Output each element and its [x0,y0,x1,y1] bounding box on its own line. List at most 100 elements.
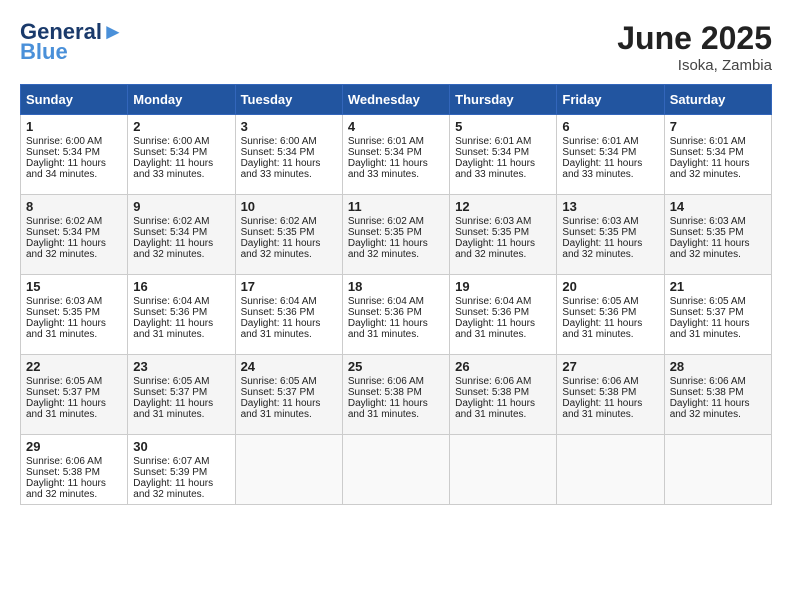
sunset-text: Sunset: 5:35 PM [562,227,658,238]
sunrise-text: Sunrise: 6:06 AM [26,456,122,467]
sunrise-text: Sunrise: 6:00 AM [241,136,337,147]
day-number: 6 [562,119,658,134]
calendar-cell: 30Sunrise: 6:07 AMSunset: 5:39 PMDayligh… [128,435,235,505]
calendar-cell [342,435,449,505]
day-number: 9 [133,199,229,214]
day-number: 12 [455,199,551,214]
calendar-cell: 8 Sunrise: 6:02 AMSunset: 5:34 PMDaylight… [21,195,128,275]
calendar-week-row: 22Sunrise: 6:05 AMSunset: 5:37 PMDayligh… [21,355,772,435]
sunset-text: Sunset: 5:34 PM [455,147,551,158]
daylight-text: Daylight: 11 hours and 32 minutes. [26,238,122,260]
sunrise-text: Sunrise: 6:02 AM [348,216,444,227]
calendar-cell: 5Sunrise: 6:01 AMSunset: 5:34 PMDaylight… [450,115,557,195]
sunset-text: Sunset: 5:35 PM [348,227,444,238]
sunset-text: Sunset: 5:37 PM [133,387,229,398]
sunset-text: Sunset: 5:36 PM [348,307,444,318]
calendar-cell: 10Sunrise: 6:02 AMSunset: 5:35 PMDayligh… [235,195,342,275]
day-number: 1 [26,119,122,134]
daylight-text: Daylight: 11 hours and 31 minutes. [133,318,229,340]
sunrise-text: Sunrise: 6:01 AM [348,136,444,147]
logo: General► Blue [20,20,124,64]
sunset-text: Sunset: 5:36 PM [133,307,229,318]
sunrise-text: Sunrise: 6:04 AM [455,296,551,307]
day-number: 28 [670,359,766,374]
day-number: 8 [26,199,122,214]
daylight-text: Daylight: 11 hours and 33 minutes. [455,158,551,180]
calendar-cell: 3Sunrise: 6:00 AMSunset: 5:34 PMDaylight… [235,115,342,195]
daylight-text: Daylight: 11 hours and 31 minutes. [241,398,337,420]
sunset-text: Sunset: 5:38 PM [348,387,444,398]
daylight-text: Daylight: 11 hours and 31 minutes. [26,398,122,420]
day-number: 11 [348,199,444,214]
calendar-cell: 4Sunrise: 6:01 AMSunset: 5:34 PMDaylight… [342,115,449,195]
month-year: June 2025 [617,20,772,57]
sunrise-text: Sunrise: 6:05 AM [241,376,337,387]
daylight-text: Daylight: 11 hours and 31 minutes. [562,398,658,420]
daylight-text: Daylight: 11 hours and 33 minutes. [241,158,337,180]
day-number: 25 [348,359,444,374]
weekday-header: Thursday [450,85,557,115]
daylight-text: Daylight: 11 hours and 33 minutes. [562,158,658,180]
calendar-cell: 14 Sunrise: 6:03 AMSunset: 5:35 PMDayligh… [664,195,771,275]
day-number: 20 [562,279,658,294]
day-number: 4 [348,119,444,134]
day-number: 30 [133,439,229,454]
calendar-cell: 16Sunrise: 6:04 AMSunset: 5:36 PMDayligh… [128,275,235,355]
day-number: 14 [670,199,766,214]
sunset-text: Sunset: 5:34 PM [348,147,444,158]
sunset-text: Sunset: 5:34 PM [670,147,766,158]
calendar-cell: 15Sunrise: 6:03 AMSunset: 5:35 PMDayligh… [21,275,128,355]
sunrise-text: Sunrise: 6:00 AM [26,136,122,147]
sunset-text: Sunset: 5:34 PM [562,147,658,158]
day-number: 17 [241,279,337,294]
sunset-text: Sunset: 5:35 PM [670,227,766,238]
day-number: 15 [26,279,122,294]
daylight-text: Daylight: 11 hours and 32 minutes. [241,238,337,260]
sunrise-text: Sunrise: 6:05 AM [670,296,766,307]
day-number: 13 [562,199,658,214]
daylight-text: Daylight: 11 hours and 32 minutes. [26,478,122,500]
calendar-cell: 28Sunrise: 6:06 AMSunset: 5:38 PMDayligh… [664,355,771,435]
calendar-cell: 2Sunrise: 6:00 AMSunset: 5:34 PMDaylight… [128,115,235,195]
calendar-cell: 17Sunrise: 6:04 AMSunset: 5:36 PMDayligh… [235,275,342,355]
sunrise-text: Sunrise: 6:05 AM [562,296,658,307]
title-block: June 2025 Isoka, Zambia [617,20,772,74]
weekday-header: Tuesday [235,85,342,115]
sunrise-text: Sunrise: 6:02 AM [26,216,122,227]
sunset-text: Sunset: 5:37 PM [670,307,766,318]
daylight-text: Daylight: 11 hours and 31 minutes. [348,398,444,420]
daylight-text: Daylight: 11 hours and 31 minutes. [241,318,337,340]
calendar-cell: 20Sunrise: 6:05 AMSunset: 5:36 PMDayligh… [557,275,664,355]
day-number: 24 [241,359,337,374]
daylight-text: Daylight: 11 hours and 31 minutes. [348,318,444,340]
sunrise-text: Sunrise: 6:05 AM [133,376,229,387]
daylight-text: Daylight: 11 hours and 32 minutes. [670,238,766,260]
sunset-text: Sunset: 5:37 PM [26,387,122,398]
calendar-cell: 26Sunrise: 6:06 AMSunset: 5:38 PMDayligh… [450,355,557,435]
sunset-text: Sunset: 5:34 PM [241,147,337,158]
sunrise-text: Sunrise: 6:02 AM [241,216,337,227]
sunrise-text: Sunrise: 6:03 AM [455,216,551,227]
sunset-text: Sunset: 5:36 PM [455,307,551,318]
daylight-text: Daylight: 11 hours and 31 minutes. [455,398,551,420]
calendar-cell: 9Sunrise: 6:02 AMSunset: 5:34 PMDaylight… [128,195,235,275]
sunset-text: Sunset: 5:34 PM [26,227,122,238]
calendar-cell: 22Sunrise: 6:05 AMSunset: 5:37 PMDayligh… [21,355,128,435]
calendar-cell: 7Sunrise: 6:01 AMSunset: 5:34 PMDaylight… [664,115,771,195]
page-header: General► Blue June 2025 Isoka, Zambia [20,20,772,74]
sunrise-text: Sunrise: 6:01 AM [455,136,551,147]
sunrise-text: Sunrise: 6:02 AM [133,216,229,227]
calendar-cell: 29Sunrise: 6:06 AMSunset: 5:38 PMDayligh… [21,435,128,505]
day-number: 27 [562,359,658,374]
weekday-header: Monday [128,85,235,115]
calendar-cell: 27Sunrise: 6:06 AMSunset: 5:38 PMDayligh… [557,355,664,435]
calendar-cell: 13Sunrise: 6:03 AMSunset: 5:35 PMDayligh… [557,195,664,275]
sunrise-text: Sunrise: 6:06 AM [562,376,658,387]
day-number: 23 [133,359,229,374]
sunrise-text: Sunrise: 6:00 AM [133,136,229,147]
sunset-text: Sunset: 5:39 PM [133,467,229,478]
sunrise-text: Sunrise: 6:03 AM [26,296,122,307]
sunrise-text: Sunrise: 6:03 AM [670,216,766,227]
sunset-text: Sunset: 5:36 PM [562,307,658,318]
weekday-header: Wednesday [342,85,449,115]
